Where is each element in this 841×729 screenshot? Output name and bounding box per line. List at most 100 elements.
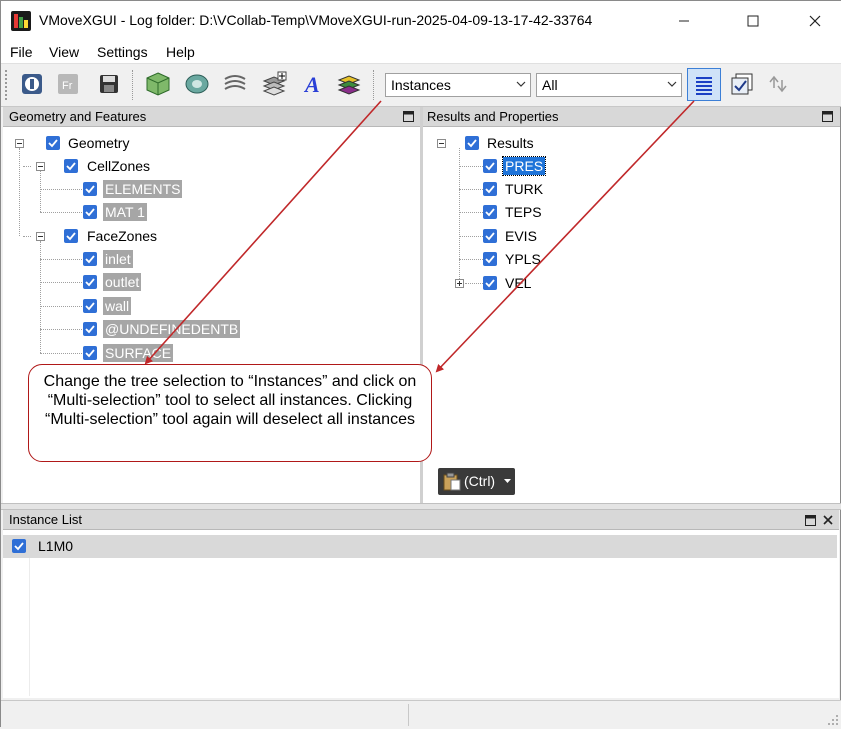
facezone-item-checkbox[interactable] bbox=[83, 322, 97, 336]
facezone-item-label[interactable]: @UNDEFINEDENTB bbox=[103, 320, 241, 338]
facezone-item-checkbox[interactable] bbox=[83, 346, 97, 360]
section-icon bbox=[185, 74, 209, 94]
menu-bar: File View Settings Help bbox=[1, 41, 841, 64]
result-item-checkbox[interactable] bbox=[483, 205, 497, 219]
app-logo-icon bbox=[11, 11, 31, 31]
paste-options-label: (Ctrl) bbox=[464, 473, 496, 489]
restore-icon[interactable] bbox=[822, 111, 833, 122]
layers-add-button[interactable] bbox=[259, 69, 289, 99]
maximize-button[interactable] bbox=[730, 1, 776, 41]
facezone-item-checkbox[interactable] bbox=[83, 275, 97, 289]
stack-button[interactable] bbox=[334, 69, 364, 99]
geometry-collapse-toggle[interactable] bbox=[15, 139, 24, 148]
paste-options-button[interactable]: (Ctrl) bbox=[438, 468, 515, 495]
result-item-label-selected[interactable]: PRES bbox=[501, 156, 547, 176]
clipboard-icon bbox=[443, 472, 461, 491]
instance-checkbox[interactable] bbox=[12, 539, 26, 553]
contour-button[interactable] bbox=[220, 69, 250, 99]
result-item-checkbox[interactable] bbox=[483, 182, 497, 196]
close-icon[interactable] bbox=[823, 515, 833, 525]
result-item-checkbox[interactable] bbox=[483, 159, 497, 173]
multi-selection-button[interactable] bbox=[687, 68, 721, 101]
facezone-item-label[interactable]: SURFACE bbox=[103, 344, 174, 362]
menu-settings[interactable]: Settings bbox=[97, 44, 148, 60]
resize-grip-icon[interactable] bbox=[827, 714, 839, 726]
restore-icon[interactable] bbox=[805, 515, 816, 526]
facezone-item-checkbox[interactable] bbox=[83, 252, 97, 266]
result-item-label[interactable]: TEPS bbox=[505, 204, 542, 220]
close-icon bbox=[809, 15, 821, 27]
list-item[interactable]: L1M0 bbox=[3, 535, 837, 558]
facezones-collapse-toggle[interactable] bbox=[36, 232, 45, 241]
check-icon bbox=[467, 139, 477, 148]
result-item-checkbox[interactable] bbox=[483, 229, 497, 243]
close-button[interactable] bbox=[792, 1, 838, 41]
menu-help[interactable]: Help bbox=[166, 44, 195, 60]
instance-panel-header: Instance List bbox=[3, 510, 839, 530]
facezones-node-label[interactable]: FaceZones bbox=[87, 228, 157, 244]
cellzone-item-label[interactable]: MAT 1 bbox=[103, 203, 147, 221]
menu-file[interactable]: File bbox=[10, 44, 33, 60]
facezone-item-label[interactable]: wall bbox=[103, 297, 132, 315]
stack-icon bbox=[337, 75, 361, 95]
geometry-button[interactable] bbox=[143, 69, 173, 99]
fr-button[interactable]: Fr bbox=[53, 69, 83, 99]
window-title: VMoveXGUI - Log folder: D:\VCollab-Temp\… bbox=[39, 12, 593, 28]
check-icon bbox=[485, 185, 495, 194]
check-icon bbox=[85, 185, 95, 194]
facezone-item-label[interactable]: inlet bbox=[103, 250, 133, 268]
cellzone-item-label[interactable]: ELEMENTS bbox=[103, 180, 183, 198]
cellzone-item-checkbox[interactable] bbox=[83, 182, 97, 196]
results-panel-header: Results and Properties bbox=[423, 107, 840, 127]
filter-dropdown[interactable]: All bbox=[536, 73, 682, 97]
geometry-node-label[interactable]: Geometry bbox=[68, 135, 129, 151]
check-icon bbox=[485, 208, 495, 217]
results-panel: Results and Properties Results PRES TURK… bbox=[423, 107, 840, 503]
check-icon bbox=[485, 279, 495, 288]
result-item-checkbox[interactable] bbox=[483, 252, 497, 266]
facezone-item-checkbox[interactable] bbox=[83, 299, 97, 313]
result-item-label[interactable]: YPLS bbox=[505, 251, 541, 267]
annotation-button[interactable]: A bbox=[298, 69, 328, 99]
chevron-down-icon bbox=[516, 81, 526, 87]
check-all-button[interactable] bbox=[727, 69, 757, 99]
result-item-label[interactable]: EVIS bbox=[505, 228, 537, 244]
vel-expand-toggle[interactable] bbox=[455, 279, 464, 288]
tree-selection-dropdown[interactable]: Instances bbox=[385, 73, 531, 97]
result-item-checkbox[interactable] bbox=[483, 276, 497, 290]
chevron-down-icon bbox=[667, 81, 677, 87]
toolbar-grip[interactable] bbox=[5, 70, 10, 100]
cellzone-item-checkbox[interactable] bbox=[83, 205, 97, 219]
results-node-label[interactable]: Results bbox=[487, 135, 534, 151]
section-button[interactable] bbox=[182, 69, 212, 99]
toolbar-separator bbox=[132, 70, 136, 100]
check-icon bbox=[48, 139, 58, 148]
facezones-checkbox[interactable] bbox=[64, 229, 78, 243]
toolbar-separator bbox=[373, 70, 377, 100]
results-collapse-toggle[interactable] bbox=[437, 139, 446, 148]
swap-button[interactable] bbox=[763, 69, 793, 99]
check-icon bbox=[85, 255, 95, 264]
cellzones-node-label[interactable]: CellZones bbox=[87, 158, 150, 174]
horizontal-splitter[interactable] bbox=[1, 503, 841, 510]
geometry-panel-header: Geometry and Features bbox=[3, 107, 420, 127]
cellzones-checkbox[interactable] bbox=[64, 159, 78, 173]
restore-icon[interactable] bbox=[403, 111, 414, 122]
minimize-button[interactable] bbox=[661, 1, 707, 41]
cellzones-collapse-toggle[interactable] bbox=[36, 162, 45, 171]
check-icon bbox=[85, 349, 95, 358]
check-icon bbox=[66, 232, 76, 241]
filter-value: All bbox=[542, 77, 558, 93]
open-button[interactable] bbox=[17, 69, 47, 99]
svg-text:A: A bbox=[303, 72, 320, 97]
geometry-checkbox[interactable] bbox=[46, 136, 60, 150]
check-icon bbox=[85, 278, 95, 287]
result-item-label[interactable]: TURK bbox=[505, 181, 543, 197]
results-checkbox[interactable] bbox=[465, 136, 479, 150]
menu-view[interactable]: View bbox=[49, 44, 79, 60]
result-item-label[interactable]: VEL bbox=[505, 275, 531, 291]
results-panel-title: Results and Properties bbox=[427, 109, 559, 124]
facezone-item-label[interactable]: outlet bbox=[103, 273, 142, 291]
callout-text: Change the tree selection to “Instances”… bbox=[43, 373, 417, 428]
save-button[interactable] bbox=[94, 69, 124, 99]
